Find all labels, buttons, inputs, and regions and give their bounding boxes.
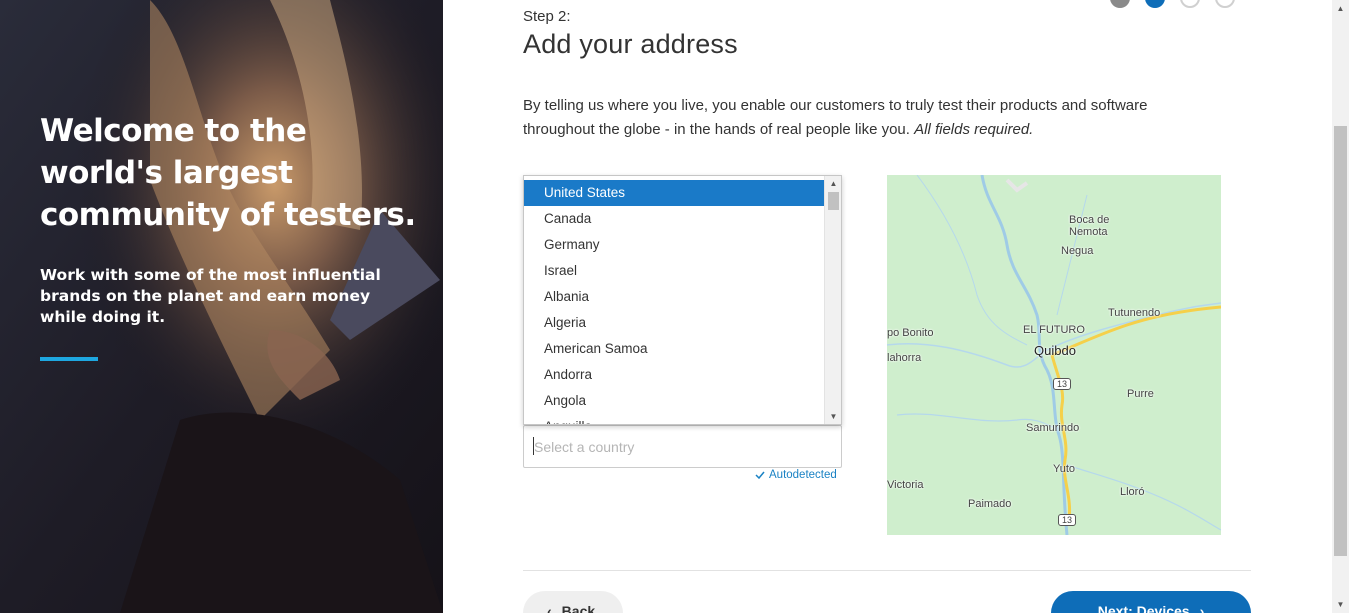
intro-body: By telling us where you live, you enable… — [523, 97, 1148, 138]
page-scroll-thumb[interactable] — [1334, 126, 1347, 556]
map-label: lahorra — [887, 352, 922, 364]
chevron-right-icon: › — [1199, 603, 1205, 613]
hero-panel: Welcome to the world's largest community… — [0, 0, 443, 613]
map-label: Purre — [1127, 388, 1154, 400]
step-dot-4 — [1215, 0, 1235, 8]
dropdown-scroll-thumb[interactable] — [828, 192, 839, 210]
map-label: Negua — [1061, 245, 1094, 257]
scroll-down-arrow-icon[interactable]: ▼ — [825, 412, 841, 421]
hero-subtext: Work with some of the most influential b… — [40, 266, 381, 326]
map-label: Nemota — [1069, 226, 1108, 238]
chevron-left-icon: ‹ — [547, 603, 552, 613]
page-scroll-up-icon[interactable]: ▲ — [1332, 4, 1349, 13]
next-devices-button[interactable]: Next: Devices › — [1051, 591, 1251, 613]
autodetected-badge: Autodetected — [755, 469, 837, 481]
intro-text: By telling us where you live, you enable… — [523, 94, 1203, 142]
route-shield-icon: 13 — [1053, 378, 1072, 390]
step-indicator — [1110, 0, 1235, 8]
page-scroll-down-icon[interactable]: ▼ — [1332, 600, 1349, 609]
map-label: Yuto — [1053, 463, 1076, 475]
scroll-up-arrow-icon[interactable]: ▲ — [825, 179, 841, 188]
map-label: Boca de — [1069, 214, 1110, 226]
page-scrollbar[interactable]: ▲ ▼ — [1332, 0, 1349, 613]
map-label: Lloró — [1120, 486, 1145, 498]
country-dropdown[interactable]: United States Canada Germany Israel Alba… — [523, 175, 842, 425]
autodetected-label: Autodetected — [769, 469, 837, 481]
map-label: Paimado — [968, 498, 1012, 510]
country-option[interactable]: Algeria — [524, 310, 824, 336]
country-option[interactable]: Germany — [524, 232, 824, 258]
map-label: Victoria — [887, 479, 924, 491]
dropdown-scrollbar[interactable]: ▲ ▼ — [824, 176, 841, 424]
step-dot-1 — [1110, 0, 1130, 8]
back-button[interactable]: ‹ Back — [523, 591, 623, 613]
page-title: Add your address — [523, 29, 738, 59]
country-option[interactable]: Angola — [524, 388, 824, 414]
country-option[interactable]: American Samoa — [524, 336, 824, 362]
country-option[interactable]: Andorra — [524, 362, 824, 388]
intro-required-note: All fields required. — [914, 121, 1034, 138]
country-option[interactable]: Israel — [524, 258, 824, 284]
hero-accent-rule — [40, 357, 98, 361]
check-icon — [755, 471, 765, 479]
map-label: EL FUTURO — [1023, 324, 1085, 336]
step-dot-2-active — [1145, 0, 1165, 8]
hero-headline: Welcome to the world's largest community… — [40, 113, 416, 233]
step-dot-3 — [1180, 0, 1200, 8]
map-label: Tutunendo — [1108, 307, 1161, 319]
step-label: Step 2: — [523, 8, 571, 25]
country-search-input[interactable] — [523, 425, 842, 468]
country-option-list: United States Canada Germany Israel Alba… — [524, 176, 841, 424]
location-map[interactable]: Boca de Nemota Negua Tutunendo EL FUTURO… — [887, 175, 1221, 535]
map-label: Samurindo — [1026, 422, 1080, 434]
next-button-label: Next: Devices — [1097, 603, 1190, 613]
country-option[interactable]: Canada — [524, 206, 824, 232]
back-button-label: Back — [561, 603, 596, 613]
country-option[interactable]: Albania — [524, 284, 824, 310]
footer-divider — [523, 570, 1251, 571]
text-cursor — [533, 437, 534, 455]
country-option[interactable]: United States — [524, 180, 824, 206]
map-label: po Bonito — [887, 327, 934, 339]
route-shield-icon: 13 — [1058, 514, 1077, 526]
country-option[interactable]: Anguilla — [524, 414, 824, 424]
map-label-city: Quibdo — [1034, 343, 1076, 358]
